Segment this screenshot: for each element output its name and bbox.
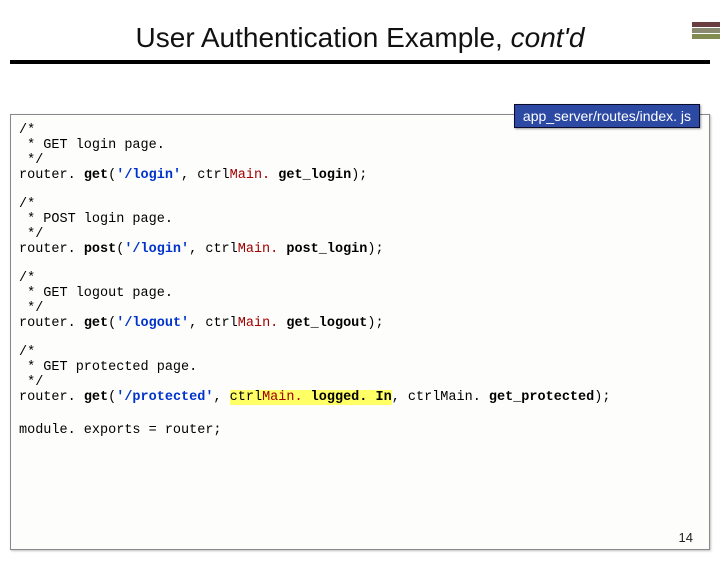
stripe-icon xyxy=(692,34,720,39)
code-panel: /* * GET login page. */router. get('/log… xyxy=(10,114,710,550)
code-block: /* * POST login page. */router. post('/l… xyxy=(19,197,701,257)
stripe-icon xyxy=(692,22,720,27)
export-line: module. exports = router; xyxy=(19,423,701,438)
title-tail: cont'd xyxy=(511,22,585,53)
stripe-icon xyxy=(692,28,720,33)
decor-stripes xyxy=(692,22,720,40)
code-block: /* * GET protected page. */router. get('… xyxy=(19,345,701,405)
title-rule xyxy=(10,60,710,64)
code-block: /* * GET login page. */router. get('/log… xyxy=(19,123,701,183)
file-path-label: app_server/routes/index. js xyxy=(514,104,700,128)
code-container: /* * GET login page. */router. get('/log… xyxy=(19,123,701,405)
title-main: User Authentication Example, xyxy=(136,22,511,53)
page-number: 14 xyxy=(679,530,693,545)
code-block: /* * GET logout page. */router. get('/lo… xyxy=(19,271,701,331)
slide-title: User Authentication Example, cont'd xyxy=(0,22,720,54)
